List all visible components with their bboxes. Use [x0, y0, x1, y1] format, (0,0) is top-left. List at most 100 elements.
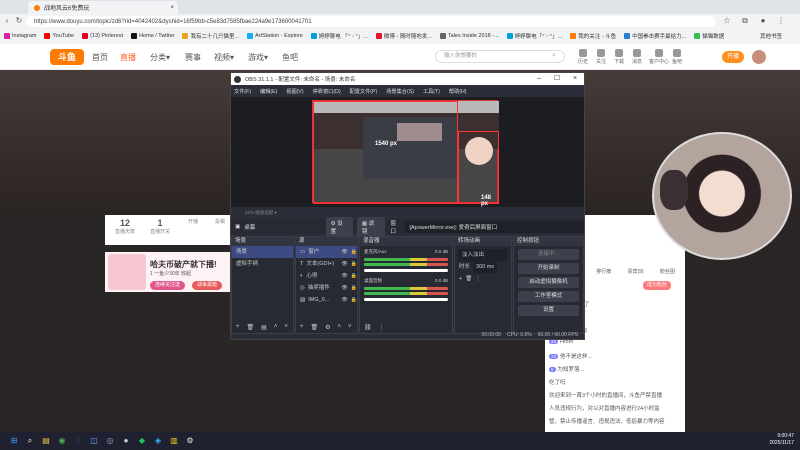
lock-icon[interactable]: 🔒: [351, 282, 357, 294]
bookmark-item[interactable]: ArtStation - Explore: [247, 33, 303, 39]
menu-icon[interactable]: ⋮: [776, 16, 786, 26]
obs-menu-item[interactable]: 工具(T): [423, 88, 440, 95]
site-search-input[interactable]: 输入你想要的: [435, 50, 565, 63]
nav-events[interactable]: 赛事: [185, 52, 201, 63]
douyu-logo[interactable]: 斗鱼: [50, 49, 84, 65]
steam-taskbar-icon[interactable]: ◎: [104, 435, 116, 447]
settings-button[interactable]: 设置: [518, 305, 579, 316]
window-select[interactable]: [ApowerMirror.exe]: 爱奇后屏面窗口: [405, 220, 585, 233]
stat-open[interactable]: 开播: [188, 218, 198, 225]
browser-tab[interactable]: 战地风云6免费玩 ×: [28, 1, 178, 14]
files2-taskbar-icon[interactable]: ▥: [168, 435, 180, 447]
minimize-icon[interactable]: –: [530, 73, 548, 85]
filters-button[interactable]: ▦ 滤镜: [356, 216, 385, 237]
message-button[interactable]: 消息: [632, 49, 642, 65]
properties-button[interactable]: ⚙ 设置: [325, 216, 353, 237]
lock-icon[interactable]: 🔒: [351, 246, 357, 258]
studio-mode-button[interactable]: 工作室模式: [518, 291, 579, 302]
refresh-icon[interactable]: ↻: [14, 16, 24, 26]
source-item[interactable]: ▭ 窗户 👁 🔒: [296, 246, 357, 258]
more-icon[interactable]: ⋮: [475, 273, 481, 285]
bookmark-item[interactable]: Home / Twitter: [131, 33, 174, 39]
bookmark-item[interactable]: Instagram: [4, 33, 36, 39]
bookmark-item[interactable]: 婷婷聊电「ᐢ˙ᵕ˙ᐢ」...: [506, 32, 562, 40]
other-bookmarks[interactable]: 其他书签: [760, 32, 782, 40]
scene-item[interactable]: 场景: [232, 246, 293, 258]
bookmark-item[interactable]: 我有二十几只猫里...: [182, 32, 239, 40]
bookmark-item[interactable]: (13) Pinterest: [82, 33, 123, 39]
lock-icon[interactable]: 🔒: [351, 294, 357, 306]
history-button[interactable]: 历史: [578, 49, 588, 65]
system-clock[interactable]: 9:00:47 2025/11/17: [769, 433, 794, 447]
maximize-icon[interactable]: ☐: [548, 73, 566, 85]
fishbar-button[interactable]: 鱼吧: [672, 49, 682, 65]
obs-menu-item[interactable]: 场景集合(S): [386, 88, 414, 95]
follow-button[interactable]: 关注: [596, 49, 606, 65]
game-taskbar-icon[interactable]: ◆: [136, 435, 148, 447]
start-streaming-button[interactable]: 连接中...: [518, 249, 579, 260]
visibility-icon[interactable]: 👁: [341, 282, 347, 294]
obs-menu-item[interactable]: 帮助(H): [449, 88, 467, 95]
obs-menu-item[interactable]: 编辑(E): [260, 88, 277, 95]
photo-taskbar-icon[interactable]: ◈: [152, 435, 164, 447]
bookmark-item[interactable]: 我的关注 - 斗鱼: [570, 32, 616, 40]
nav-home[interactable]: 首页: [92, 52, 108, 63]
tab-fans[interactable]: 粉丝团: [660, 268, 675, 278]
transition-select[interactable]: 淡入淡出: [458, 249, 508, 261]
scene-item[interactable]: 虚拟手柄: [232, 258, 293, 270]
remove-icon[interactable]: 🗑: [465, 273, 472, 285]
store-taskbar-icon[interactable]: ◫: [88, 435, 100, 447]
start-taskbar-icon[interactable]: ⊞: [8, 435, 20, 447]
close-tab-icon[interactable]: ×: [170, 5, 174, 11]
lock-icon[interactable]: 🔒: [351, 270, 357, 282]
nav-video[interactable]: 视频▾: [214, 52, 234, 63]
banner-war-button[interactable]: 战争黑暗: [192, 281, 223, 290]
bookmark-item[interactable]: 中国拳击赛手最给力...: [624, 32, 686, 40]
tab-vip[interactable]: 贵宾(9): [627, 268, 643, 278]
source-item[interactable]: T 文本(GDI+) 👁 🔒: [296, 258, 357, 270]
source-item[interactable]: ◎ 抽奖插件 👁 🔒: [296, 282, 357, 294]
banner-follow-button[interactable]: 连续关注送: [150, 281, 186, 290]
duration-input[interactable]: 300 ms: [473, 261, 498, 273]
star-icon[interactable]: ☆: [722, 16, 732, 26]
stat-submit[interactable]: 投稿: [215, 218, 225, 225]
visibility-icon[interactable]: 👁: [341, 294, 347, 306]
back-icon[interactable]: ‹: [2, 16, 12, 26]
address-bar[interactable]: https://www.douyu.com/topic/zd6?rid=4042…: [26, 16, 716, 27]
obs-menu-item[interactable]: 视图(V): [286, 88, 303, 95]
settings-taskbar-icon[interactable]: ⚙: [184, 435, 196, 447]
download-button[interactable]: 下载: [614, 49, 624, 65]
nav-games[interactable]: 游戏▾: [248, 52, 268, 63]
obs-taskbar-icon[interactable]: ●: [120, 435, 132, 447]
virtual-camera-button[interactable]: 启动虚拟摄像机: [518, 277, 579, 288]
edge-taskbar-icon[interactable]: ◌: [72, 435, 84, 447]
user-avatar[interactable]: [752, 50, 766, 64]
lock-icon[interactable]: 🔒: [351, 258, 357, 270]
bookmark-item[interactable]: 婷婷聊电 「ᐢ˙ᵕ˙ᐢ」...: [310, 32, 368, 40]
visibility-icon[interactable]: 👁: [341, 270, 347, 282]
chrome-taskbar-icon[interactable]: ◉: [56, 435, 68, 447]
start-recording-button[interactable]: 开始录制: [518, 263, 579, 274]
extensions-icon[interactable]: ⧉: [740, 16, 750, 26]
bookmark-item[interactable]: YouTube: [44, 33, 74, 39]
nav-category[interactable]: 分类▾: [150, 52, 170, 63]
volume-slider[interactable]: [364, 298, 448, 301]
bookmark-item[interactable]: 猫猫数据: [694, 32, 724, 40]
bookmark-item[interactable]: Tales Inside 2018 -...: [439, 33, 499, 39]
become-fan-button[interactable]: 成为粉丝: [643, 281, 672, 290]
client-button[interactable]: 客户中心: [648, 49, 670, 65]
start-broadcast-button[interactable]: 开播: [722, 51, 744, 63]
obs-menu-item[interactable]: 停靠窗口(D): [313, 88, 341, 95]
visibility-icon[interactable]: 👁: [341, 246, 347, 258]
source-item[interactable]: ◐ 心得 👁 🔒: [296, 270, 357, 282]
nav-fishbar[interactable]: 鱼吧: [282, 52, 298, 63]
bookmark-item[interactable]: 微博 - 随时随地发...: [375, 32, 432, 40]
profile-icon[interactable]: ●: [758, 16, 768, 26]
visibility-icon[interactable]: 👁: [341, 258, 347, 270]
nav-live[interactable]: 直播: [120, 52, 136, 63]
obs-menu-item[interactable]: 文件(F): [234, 88, 251, 95]
search-icon[interactable]: ⌕: [552, 52, 556, 60]
source-item[interactable]: ▨ IMG_0... 👁 🔒: [296, 294, 357, 306]
search-taskbar-icon[interactable]: ⌕: [24, 435, 36, 447]
add-icon[interactable]: +: [459, 273, 462, 285]
